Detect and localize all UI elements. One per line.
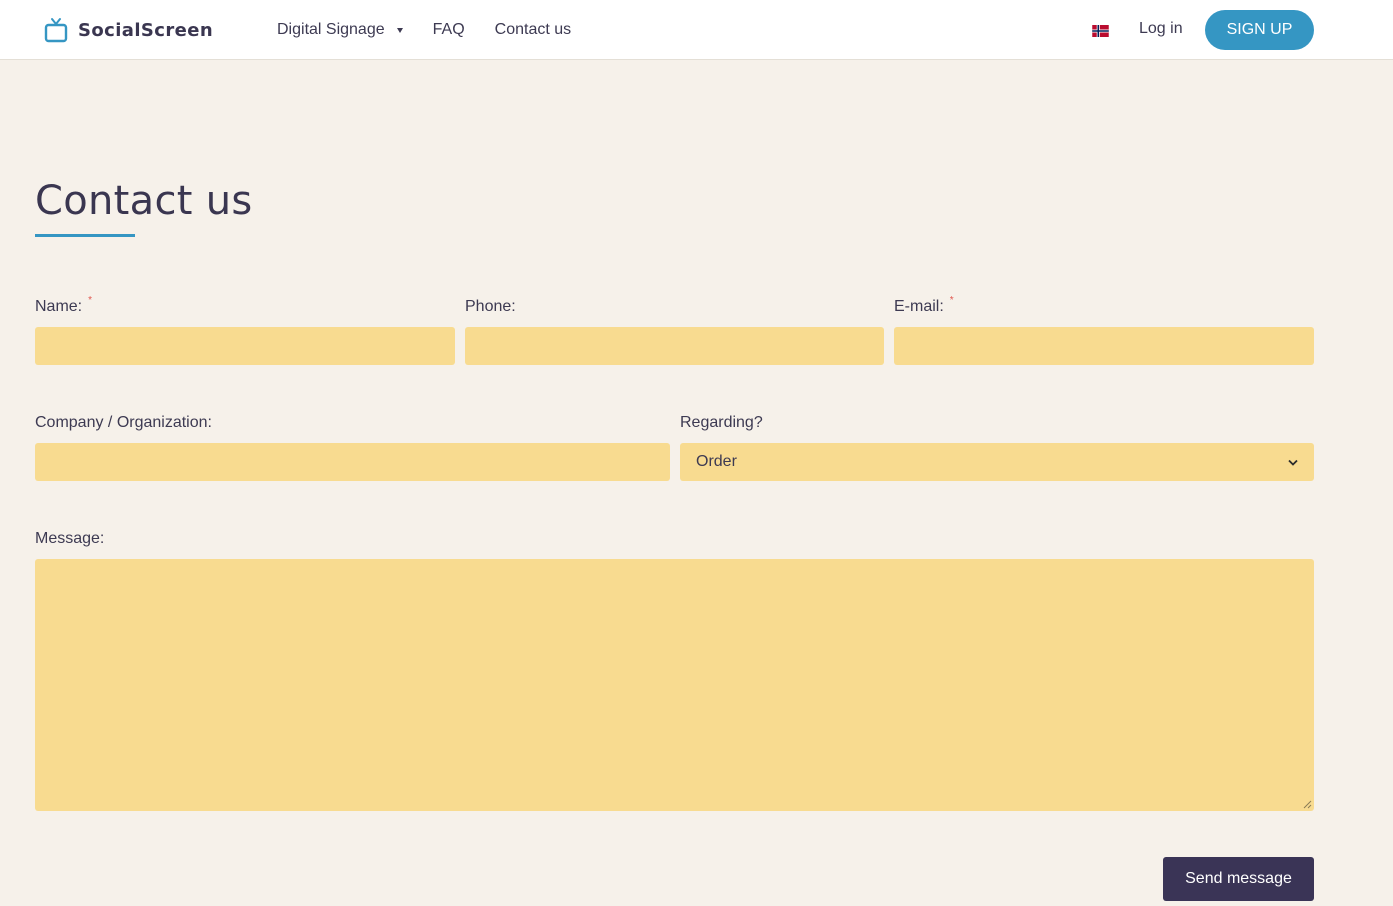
nav-item-contact-us[interactable]: Contact us [495,21,571,39]
norway-flag-icon[interactable] [1092,25,1109,37]
nav-item-digital-signage[interactable]: Digital Signage [277,21,403,39]
send-message-button[interactable]: Send message [1163,857,1314,901]
nav-item-faq[interactable]: FAQ [433,21,465,39]
message-label-text: Message: [35,530,105,547]
phone-label: Phone: [465,298,516,316]
company-input[interactable] [35,443,670,481]
title-underline [35,234,135,237]
email-label-text: E-mail: [894,298,944,315]
name-label: Name: * [35,295,93,316]
name-input[interactable] [35,327,455,365]
regarding-selected-value: Order [696,453,737,470]
login-link[interactable]: Log in [1139,20,1183,38]
regarding-select[interactable]: Order [680,443,1314,481]
resize-handle-icon[interactable] [1303,800,1312,809]
caret-down-icon [396,27,403,33]
message-label: Message: [35,530,104,548]
required-mark: * [88,295,93,306]
message-textarea[interactable] [35,559,1314,811]
nav-item-label: Contact us [494,21,572,38]
page-title: Contact us [35,178,253,224]
brand-logo[interactable]: SocialScreen [44,14,213,46]
chevron-down-icon [1288,459,1298,466]
required-mark: * [949,295,954,306]
regarding-label-text: Regarding? [680,414,763,431]
nav-item-label: Digital Signage [277,21,385,38]
email-input[interactable] [894,327,1314,365]
email-label: E-mail: * [894,295,954,316]
main-nav: Digital Signage FAQ Contact us [277,0,601,60]
nav-item-label: FAQ [432,21,465,38]
company-label: Company / Organization: [35,414,212,432]
regarding-label: Regarding? [680,414,763,432]
signup-button[interactable]: SIGN UP [1205,10,1314,50]
tv-icon [44,18,68,43]
brand-name: SocialScreen [78,19,214,41]
phone-label-text: Phone: [465,298,516,315]
company-label-text: Company / Organization: [35,414,212,431]
phone-input[interactable] [465,327,884,365]
name-label-text: Name: [35,298,83,315]
navbar: SocialScreen Digital Signage FAQ Contact… [0,0,1393,60]
